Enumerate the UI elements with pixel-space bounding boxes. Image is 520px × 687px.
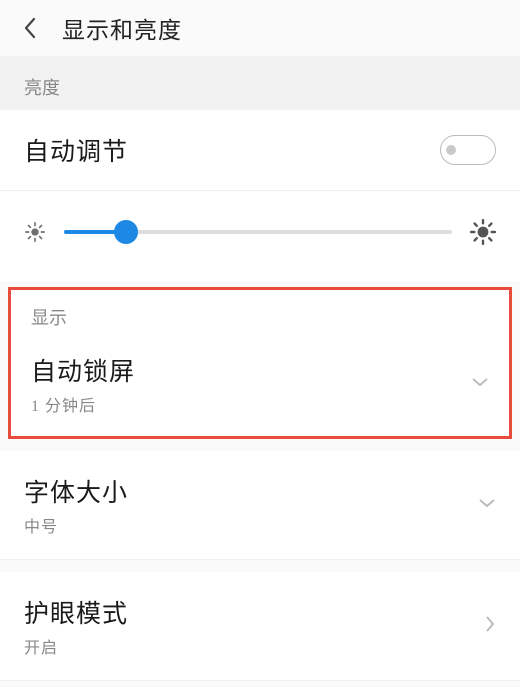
row-texts: 字体大小 中号 bbox=[24, 473, 478, 537]
font-size-title: 字体大小 bbox=[24, 473, 478, 509]
auto-lock-title: 自动锁屏 bbox=[31, 352, 471, 388]
chevron-down-icon bbox=[471, 375, 489, 393]
header: 显示和亮度 bbox=[0, 0, 520, 56]
section-label-display: 显示 bbox=[11, 290, 509, 338]
toggle-auto-adjust[interactable] bbox=[440, 135, 496, 165]
divider bbox=[0, 560, 520, 572]
brightness-slider-row bbox=[0, 191, 520, 281]
row-texts: 自动锁屏 1 分钟后 bbox=[31, 352, 471, 416]
row-texts: 自动调节 bbox=[24, 132, 440, 168]
back-icon[interactable] bbox=[16, 14, 44, 42]
highlight-box-display: 显示 自动锁屏 1 分钟后 bbox=[8, 287, 512, 439]
slider-thumb[interactable] bbox=[114, 220, 138, 244]
row-eye-protect[interactable]: 护眼模式 开启 bbox=[0, 572, 520, 681]
brightness-slider[interactable] bbox=[64, 230, 452, 234]
auto-lock-subtitle: 1 分钟后 bbox=[31, 392, 471, 416]
brightness-high-icon bbox=[470, 219, 496, 245]
eye-protect-title: 护眼模式 bbox=[24, 594, 484, 630]
toggle-knob bbox=[446, 145, 456, 155]
auto-adjust-title: 自动调节 bbox=[24, 132, 440, 168]
page-title: 显示和亮度 bbox=[62, 11, 182, 45]
chevron-down-icon bbox=[478, 496, 496, 514]
brightness-low-icon bbox=[24, 221, 46, 243]
row-auto-adjust[interactable]: 自动调节 bbox=[0, 110, 520, 191]
row-texts: 护眼模式 开启 bbox=[24, 594, 484, 658]
row-auto-lock[interactable]: 自动锁屏 1 分钟后 bbox=[11, 338, 509, 436]
font-size-subtitle: 中号 bbox=[24, 513, 478, 537]
row-font-size[interactable]: 字体大小 中号 bbox=[0, 451, 520, 560]
section-label-brightness: 亮度 bbox=[0, 56, 520, 110]
chevron-right-icon bbox=[484, 614, 496, 639]
eye-protect-subtitle: 开启 bbox=[24, 634, 484, 658]
divider bbox=[0, 439, 520, 451]
